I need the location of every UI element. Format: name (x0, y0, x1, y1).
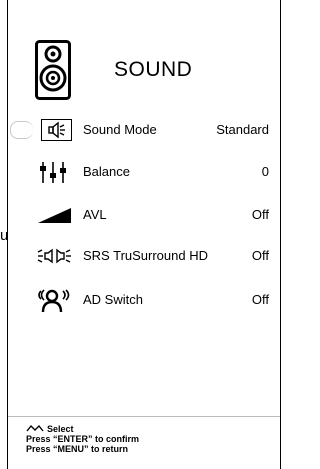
sound-menu-panel: SOUND Sound Mode Standard Balance 0 AVL … (7, 0, 281, 469)
menu-title: SOUND (114, 58, 193, 81)
surround-sound-icon (35, 243, 73, 269)
avl-value: Off (251, 207, 269, 222)
sound-mode-value: Standard (216, 122, 269, 137)
speaker-icon (35, 40, 71, 100)
speaker-mode-icon (35, 117, 73, 143)
srs-trusurround-label: SRS TruSurround HD (83, 248, 208, 263)
audio-description-icon (35, 287, 73, 313)
menu-item-avl[interactable]: AVL Off (35, 202, 275, 228)
help-footer: Select Press “ENTER” to confirm Press “M… (26, 424, 139, 454)
srs-trusurround-value: Off (251, 248, 269, 263)
menu-item-balance[interactable]: Balance 0 (35, 159, 275, 185)
balance-value: 0 (261, 164, 269, 179)
ad-switch-value: Off (251, 292, 269, 307)
footer-return-text: Press “MENU” to return (26, 444, 129, 454)
menu-item-srs-trusurround-hd[interactable]: SRS TruSurround HD Off (35, 243, 275, 269)
footer-confirm-text: Press “ENTER” to confirm (26, 434, 140, 444)
navigation-arrows-icon (26, 424, 44, 434)
sound-mode-label: Sound Mode (83, 122, 157, 137)
avl-label: AVL (83, 207, 107, 222)
footer-divider (8, 416, 280, 417)
ad-switch-label: AD Switch (83, 292, 143, 307)
balance-label: Balance (83, 164, 130, 179)
menu-item-sound-mode[interactable]: Sound Mode Standard (35, 117, 275, 143)
volume-ramp-icon (35, 202, 73, 228)
balance-sliders-icon (35, 159, 73, 185)
menu-item-ad-switch[interactable]: AD Switch Off (35, 287, 275, 313)
footer-select-text: Select (47, 424, 74, 434)
